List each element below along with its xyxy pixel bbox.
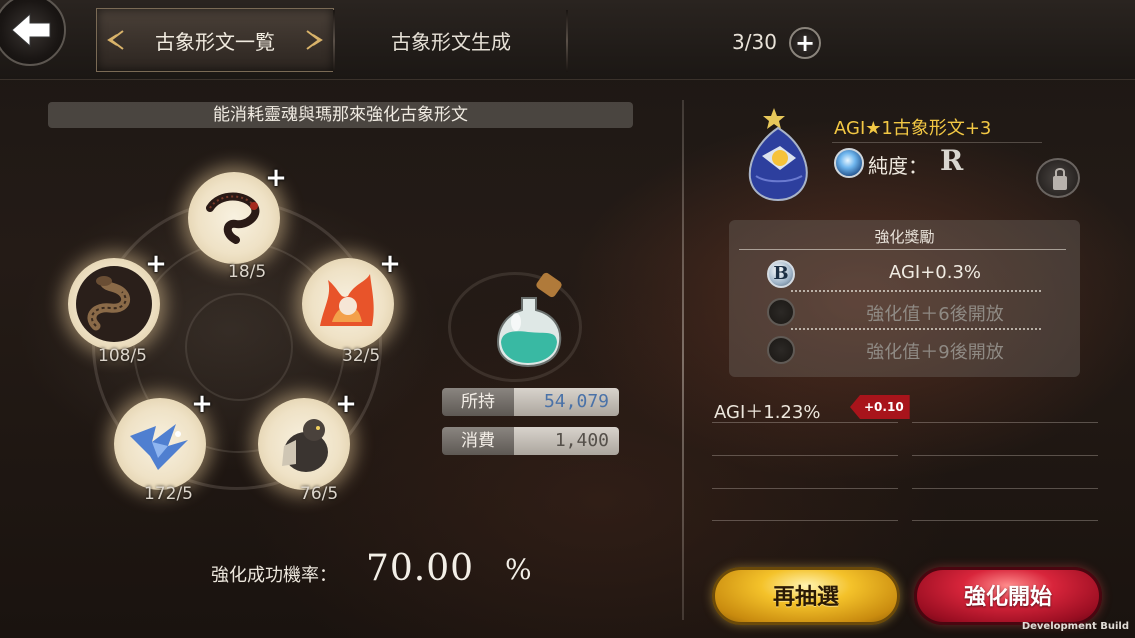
plus-icon: +	[794, 29, 816, 57]
back-arrow-icon	[11, 12, 51, 48]
development-build-label: Development Build	[1021, 621, 1129, 632]
tab-divider	[333, 10, 335, 72]
rune-gem-icon	[748, 108, 808, 202]
stat-line	[912, 455, 1098, 456]
soul-slot-5[interactable]: +	[258, 391, 357, 490]
soul-count-3: 32/5	[342, 346, 381, 366]
soul-count-1: 18/5	[228, 262, 267, 282]
ornament-left-icon	[107, 30, 124, 50]
plus-icon: +	[335, 389, 357, 419]
ornament-right-icon	[306, 30, 323, 50]
reward-title-divider	[739, 249, 1066, 250]
cost-mana-row: 消費 1,400	[442, 427, 619, 455]
soul-slot-1[interactable]: +	[188, 165, 287, 264]
stat-line	[912, 520, 1098, 521]
stat-line	[912, 488, 1098, 489]
locked-slot-icon	[767, 336, 795, 364]
mana-potion-icon	[496, 272, 562, 368]
coiled-serpent-icon	[76, 266, 152, 342]
soul-slot-3[interactable]: +	[302, 251, 401, 350]
tab-rune-list-label: 古象形文一覧	[155, 29, 275, 54]
start-enhance-button[interactable]: 強化開始	[914, 567, 1102, 625]
locked-slot-icon	[767, 298, 795, 326]
stat-line	[712, 488, 898, 489]
black-serpent-dragon-icon	[196, 180, 272, 256]
plus-icon: +	[145, 249, 167, 279]
blue-wyvern-icon	[122, 406, 198, 482]
success-rate-unit: %	[505, 553, 532, 586]
b-rank-icon: B	[767, 260, 795, 288]
stat-value: AGI＋1.23%	[714, 402, 821, 423]
held-value: 54,079	[514, 388, 619, 416]
held-mana-row: 所持 54,079	[442, 388, 619, 416]
reward-title: 強化獎勵	[874, 228, 935, 246]
reward-dotted-line	[791, 328, 1041, 330]
cost-label: 消費	[442, 427, 514, 455]
instruction-banner: 能消耗靈魂與瑪那來強化古象形文	[48, 102, 633, 128]
stat-line	[712, 422, 898, 423]
reward-row: B AGI+0.3%	[765, 256, 1045, 292]
reward-row: 強化值＋9後開放	[765, 332, 1045, 368]
soul-slot-4[interactable]: +	[114, 391, 213, 490]
purity-label: 純度：	[868, 154, 928, 178]
tab-rune-generate-label: 古象形文生成	[391, 29, 511, 54]
enhance-reward-box: 強化獎勵 B AGI+0.3% 強化值＋6後開放 強化值＋9後開放	[729, 220, 1080, 377]
rune-name-underline	[832, 142, 1042, 143]
rune-name: AGI★1古象形文+3	[834, 118, 992, 139]
reward-dotted-line	[791, 290, 1041, 292]
success-rate-label: 強化成功機率：	[211, 565, 337, 586]
reward-text: 強化值＋9後開放	[866, 342, 1004, 363]
tab-rune-generate[interactable]: 古象形文生成	[336, 8, 566, 72]
expand-capacity-button[interactable]: +	[789, 27, 821, 59]
success-rate-value: 70.00	[366, 548, 475, 589]
reward-text: 強化值＋6後開放	[866, 304, 1004, 325]
soul-slot-2[interactable]: +	[68, 251, 167, 350]
plus-icon: +	[191, 389, 213, 419]
reward-row: 強化值＋6後開放	[765, 294, 1045, 330]
tab-divider	[566, 10, 568, 72]
purity-grade: R	[940, 144, 964, 177]
fire-fox-icon	[310, 266, 386, 342]
stat-line	[712, 455, 898, 456]
back-button[interactable]	[0, 0, 66, 66]
plus-icon: +	[265, 163, 287, 193]
soul-count-4: 172/5	[144, 484, 193, 504]
reward-text: AGI+0.3%	[888, 262, 982, 283]
lock-icon	[1053, 168, 1067, 190]
soul-count-5: 76/5	[300, 484, 339, 504]
held-label: 所持	[442, 388, 514, 416]
tab-rune-list[interactable]: 古象形文一覧	[96, 8, 334, 72]
top-bar: 古象形文一覧 古象形文生成 3/30 +	[0, 0, 1135, 80]
rune-count: 3/30	[732, 30, 777, 54]
soul-count-2: 108/5	[98, 346, 147, 366]
stat-line	[912, 422, 1098, 423]
stat-line	[712, 520, 898, 521]
panel-divider	[682, 100, 684, 620]
armored-bear-icon	[266, 406, 342, 482]
lock-button[interactable]	[1036, 158, 1080, 198]
redraw-button[interactable]: 再抽選	[712, 567, 900, 625]
purity-gem-icon	[834, 148, 864, 178]
cost-value: 1,400	[514, 427, 619, 455]
plus-icon: +	[379, 249, 401, 279]
stat-delta-badge: +0.10	[850, 395, 910, 419]
